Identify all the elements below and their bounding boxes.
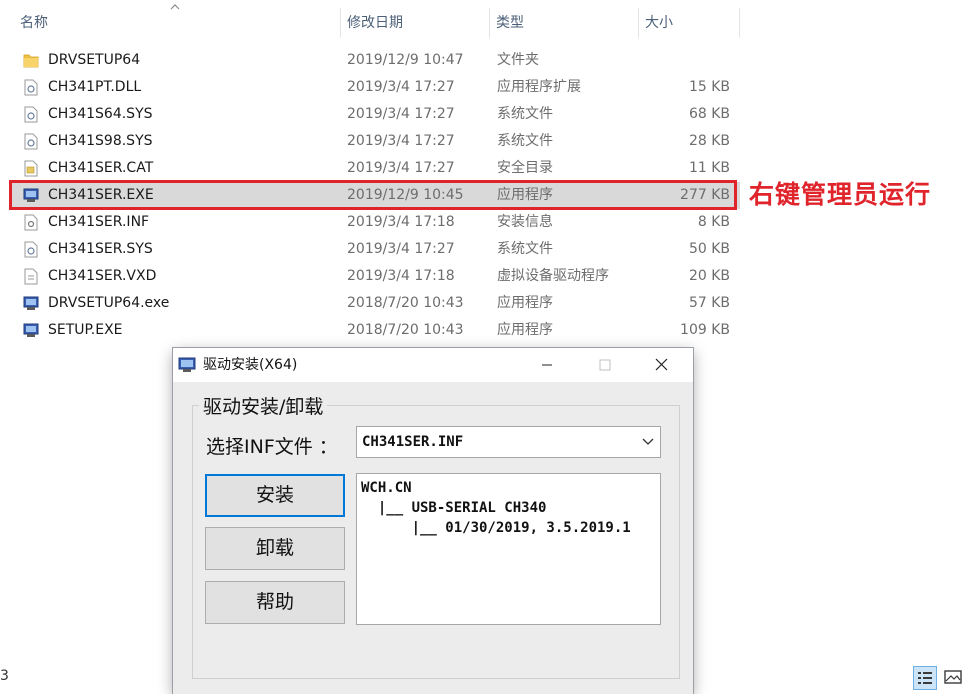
group-label: 驱动安装/卸载 [199, 392, 328, 419]
file-type: 安全目录 [497, 160, 553, 176]
close-button[interactable] [634, 348, 692, 382]
maximize-button[interactable] [576, 348, 634, 382]
annotation-text: 右键管理员运行 [749, 180, 932, 209]
file-name: CH341SER.CAT [48, 160, 154, 176]
dll-file-icon [24, 79, 38, 96]
file-type: 应用程序扩展 [497, 79, 581, 95]
file-date: 2019/3/4 17:27 [347, 160, 455, 176]
inf-select-label: 选择INF文件 ： [206, 436, 338, 458]
folder-icon [23, 54, 39, 68]
details-view-icon [918, 672, 932, 684]
chevron-down-icon [642, 438, 654, 445]
file-size: 68 KB [688, 106, 730, 122]
file-name: CH341PT.DLL [48, 79, 142, 95]
column-header: 名称 修改日期 类型 大小 [0, 0, 740, 46]
highlight-box [9, 180, 737, 210]
file-type: 安装信息 [497, 214, 553, 230]
file-row[interactable]: CH341S98.SYS 2019/3/4 17:27 系统文件 28 KB [12, 128, 740, 155]
info-line: |__ 01/30/2019, 3.5.2019.1 [361, 520, 631, 536]
uninstall-button[interactable]: 卸载 [205, 527, 345, 570]
status-count: 3 [0, 668, 9, 684]
file-row[interactable]: CH341PT.DLL 2019/3/4 17:27 应用程序扩展 15 KB [12, 74, 740, 101]
file-type: 系统文件 [497, 241, 553, 257]
sys-file-icon [24, 106, 38, 123]
file-row[interactable]: CH341SER.CAT 2019/3/4 17:27 安全目录 11 KB [12, 155, 740, 182]
vxd-file-icon [24, 268, 38, 285]
file-name: DRVSETUP64 [48, 52, 141, 68]
close-icon [655, 358, 668, 371]
exe-app-icon [23, 296, 39, 310]
file-type: 虚拟设备驱动程序 [497, 268, 609, 284]
file-date: 2018/7/20 10:43 [347, 322, 464, 338]
file-type: 应用程序 [497, 295, 553, 311]
file-size: 11 KB [688, 160, 730, 176]
file-type: 系统文件 [497, 133, 553, 149]
column-size[interactable]: 大小 [639, 0, 739, 46]
file-row[interactable]: CH341SER.INF 2019/3/4 17:18 安装信息 8 KB [12, 209, 740, 236]
info-line: WCH.CN [361, 480, 412, 496]
file-name: CH341S64.SYS [48, 106, 153, 122]
file-row[interactable]: SETUP.EXE 2018/7/20 10:43 应用程序 109 KB [12, 317, 740, 344]
file-date: 2019/3/4 17:18 [347, 214, 455, 230]
file-date: 2019/3/4 17:27 [347, 106, 455, 122]
file-size: 57 KB [688, 295, 730, 311]
file-row[interactable]: DRVSETUP64 2019/12/9 10:47 文件夹 [12, 47, 740, 74]
exe-app-icon [23, 323, 39, 337]
minimize-button[interactable] [518, 348, 576, 382]
thumbnail-view-button[interactable] [942, 666, 966, 690]
file-size: 8 KB [697, 214, 730, 230]
minimize-icon [542, 364, 552, 366]
driver-install-dialog: 驱动安装(X64) 驱动安装/卸载 选择INF文件 ： CH341SER.INF… [173, 348, 693, 694]
column-name[interactable]: 名称 [14, 0, 340, 46]
inf-file-icon [24, 214, 38, 231]
file-size: 109 KB [680, 322, 730, 338]
inf-select-value: CH341SER.INF [362, 434, 464, 450]
file-type: 应用程序 [497, 322, 553, 338]
dialog-title: 驱动安装(X64) [203, 357, 298, 373]
column-type[interactable]: 类型 [490, 0, 638, 46]
file-size: 28 KB [688, 133, 730, 149]
help-button[interactable]: 帮助 [205, 581, 345, 624]
file-date: 2019/3/4 17:27 [347, 133, 455, 149]
file-date: 2019/3/4 17:27 [347, 241, 455, 257]
file-date: 2018/7/20 10:43 [347, 295, 464, 311]
install-button[interactable]: 安装 [205, 474, 345, 517]
file-size: 15 KB [688, 79, 730, 95]
file-row[interactable]: DRVSETUP64.exe 2018/7/20 10:43 应用程序 57 K… [12, 290, 740, 317]
dialog-titlebar[interactable]: 驱动安装(X64) [173, 348, 693, 382]
file-size: 50 KB [688, 241, 730, 257]
file-row[interactable]: CH341SER.VXD 2019/3/4 17:18 虚拟设备驱动程序 20 … [12, 263, 740, 290]
sys-file-icon [24, 241, 38, 258]
file-type: 文件夹 [497, 52, 539, 68]
file-name: SETUP.EXE [48, 322, 123, 338]
sys-file-icon [24, 133, 38, 150]
file-size [632, 47, 730, 74]
app-icon [178, 357, 196, 372]
column-date[interactable]: 修改日期 [341, 0, 489, 46]
file-name: DRVSETUP64.exe [48, 295, 170, 311]
maximize-icon [599, 359, 611, 371]
file-name: CH341SER.VXD [48, 268, 157, 284]
file-row[interactable]: CH341SER.SYS 2019/3/4 17:27 系统文件 50 KB [12, 236, 740, 263]
file-date: 2019/12/9 10:47 [347, 52, 464, 68]
thumbnail-view-icon [944, 670, 962, 684]
info-line: |__ USB-SERIAL CH340 [361, 500, 547, 516]
driver-info-box: WCH.CN |__ USB-SERIAL CH340 |__ 01/30/20… [356, 473, 661, 625]
details-view-button[interactable] [913, 666, 937, 690]
file-date: 2019/3/4 17:18 [347, 268, 455, 284]
file-name: CH341SER.INF [48, 214, 150, 230]
catalog-file-icon [24, 160, 38, 177]
file-name: CH341S98.SYS [48, 133, 153, 149]
file-date: 2019/3/4 17:27 [347, 79, 455, 95]
file-type: 系统文件 [497, 106, 553, 122]
inf-select-dropdown[interactable]: CH341SER.INF [356, 426, 661, 458]
file-row[interactable]: CH341S64.SYS 2019/3/4 17:27 系统文件 68 KB [12, 101, 740, 128]
file-size: 20 KB [688, 268, 730, 284]
file-name: CH341SER.SYS [48, 241, 153, 257]
